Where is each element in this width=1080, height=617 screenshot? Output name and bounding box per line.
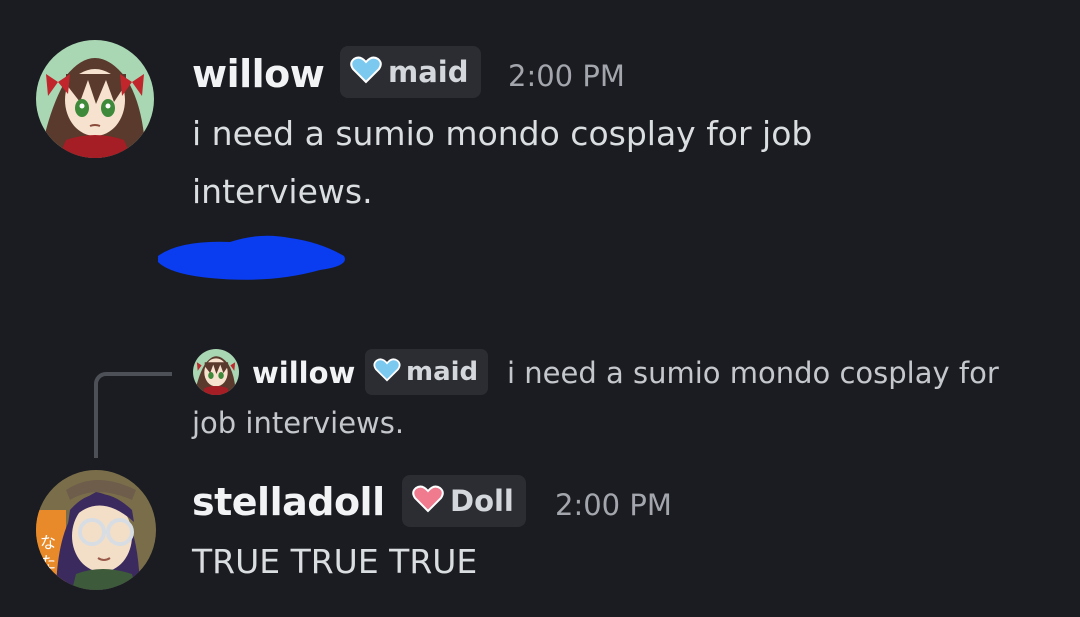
blue-heart-icon xyxy=(373,358,401,386)
pink-heart-icon xyxy=(412,485,444,517)
reply-role-tag-label: maid xyxy=(406,357,479,387)
chat-view: willow maid 2:00 PM i need a sumio mondo… xyxy=(0,0,1080,617)
message-line-2: interviews. xyxy=(192,172,373,211)
reply-willow-avatar[interactable] xyxy=(193,349,239,395)
timestamp: 2:00 PM xyxy=(508,59,625,93)
willow-avatar[interactable] xyxy=(36,40,154,158)
role-tag-label: Doll xyxy=(450,483,514,518)
username-willow[interactable]: willow xyxy=(192,55,325,93)
username-stelladoll[interactable]: stelladoll xyxy=(192,483,385,521)
reply-username[interactable]: willow xyxy=(252,359,355,388)
role-tag-doll[interactable]: Doll xyxy=(402,475,526,527)
role-tag-label: maid xyxy=(388,54,469,89)
svg-text:た: た xyxy=(40,553,56,572)
message-line-1: i need a sumio mondo cosplay for job xyxy=(192,114,813,153)
timestamp: 2:00 PM xyxy=(555,488,672,522)
blue-heart-icon xyxy=(350,56,382,88)
reply-connector xyxy=(94,372,172,458)
stelladoll-avatar[interactable]: な た xyxy=(36,470,156,590)
svg-text:な: な xyxy=(40,533,56,552)
redaction-scribble xyxy=(158,235,345,280)
message-text: TRUE TRUE TRUE xyxy=(192,542,478,581)
reply-preview-line-2[interactable]: job interviews. xyxy=(192,398,404,448)
role-tag-maid[interactable]: maid xyxy=(340,46,481,98)
reply-role-tag-maid[interactable]: maid xyxy=(365,349,489,395)
reply-preview-line-1[interactable]: i need a sumio mondo cosplay for xyxy=(507,348,999,398)
